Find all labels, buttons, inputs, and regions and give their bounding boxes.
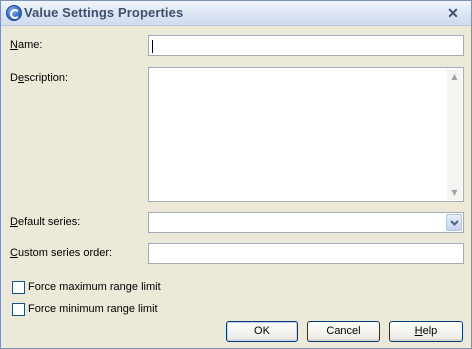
description-textarea[interactable]: ▲ ▼: [148, 67, 464, 202]
dialog-window: Value Settings Properties ✕ Name: Descri…: [0, 0, 472, 349]
help-button[interactable]: Help: [389, 321, 463, 342]
help-button-access-key: H: [414, 325, 423, 337]
close-button[interactable]: ✕: [445, 5, 461, 21]
custom-series-order-input[interactable]: [148, 243, 464, 264]
description-label-pre: D: [10, 72, 18, 84]
description-label-text: scription:: [24, 72, 69, 84]
window-title: Value Settings Properties: [24, 5, 184, 20]
default-series-dropdown-button[interactable]: [446, 214, 462, 231]
custom-series-order-label-text: ustom series order:: [17, 247, 113, 259]
help-button-text: elp: [422, 325, 438, 337]
scroll-down-icon[interactable]: ▼: [447, 185, 462, 200]
force-maximum-checkbox[interactable]: [12, 281, 25, 294]
force-minimum-checkbox[interactable]: [12, 303, 25, 316]
force-minimum-label: Force minimum range limit: [28, 303, 158, 315]
name-label-access-key: N: [10, 39, 18, 51]
default-series-label: Default series:: [10, 216, 80, 228]
custom-series-order-label: Custom series order:: [10, 247, 112, 259]
custom-series-order-label-access-key: C: [10, 247, 18, 259]
ok-button[interactable]: OK: [226, 321, 298, 342]
default-series-label-text: efault series:: [17, 216, 81, 228]
title-bar[interactable]: Value Settings Properties ✕: [1, 1, 471, 26]
chevron-down-icon: [450, 220, 459, 226]
name-input[interactable]: [148, 35, 464, 56]
name-label-text: ame:: [17, 39, 43, 51]
app-icon: [6, 5, 22, 21]
force-maximum-label: Force maximum range limit: [28, 281, 161, 293]
default-series-label-access-key: D: [10, 216, 18, 228]
text-caret: [152, 40, 153, 53]
scroll-up-icon[interactable]: ▲: [447, 69, 462, 84]
name-label: Name:: [10, 39, 42, 51]
cancel-button[interactable]: Cancel: [307, 321, 380, 342]
description-label: Description:: [10, 72, 68, 84]
default-series-select[interactable]: [148, 212, 464, 233]
description-scrollbar[interactable]: ▲ ▼: [447, 69, 462, 200]
